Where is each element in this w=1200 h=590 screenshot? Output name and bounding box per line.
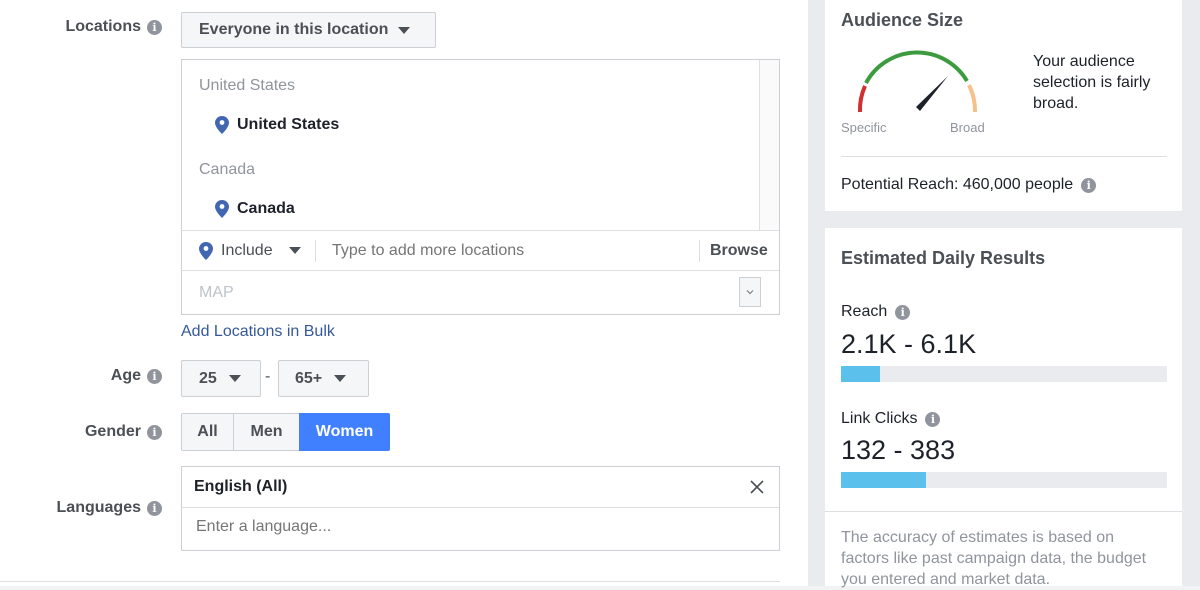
map-expand-button[interactable] <box>739 277 761 307</box>
gauge-broad-label: Broad <box>950 120 985 135</box>
location-selector: United States United States Canada Canad… <box>181 59 780 315</box>
gauge-specific-label: Specific <box>841 120 887 135</box>
age-label-text: Age <box>110 367 141 384</box>
age-range-separator: - <box>265 368 271 385</box>
location-list: United States United States Canada Canad… <box>182 60 760 230</box>
chevron-down-icon <box>398 26 411 34</box>
gender-label-text: Gender <box>84 423 141 440</box>
gender-label: Gender i <box>85 423 162 441</box>
location-audience-label: Everyone in this location <box>199 21 389 38</box>
languages-label-text: Languages <box>56 499 141 516</box>
location-item-label: Canada <box>237 200 295 217</box>
link-clicks-bar-fill <box>841 472 926 488</box>
link-clicks-label: Link Clicks i <box>841 410 941 428</box>
age-max-value: 65+ <box>295 369 323 387</box>
reach-bar-fill <box>841 366 881 382</box>
location-audience-dropdown[interactable]: Everyone in this location <box>181 12 436 48</box>
location-item-label: United States <box>237 116 340 133</box>
gender-all-button[interactable]: All <box>181 413 234 451</box>
info-icon[interactable]: i <box>147 424 162 440</box>
daily-results-card: Estimated Daily Results Reach i 2.1K - 6… <box>825 228 1182 588</box>
chevron-down-icon <box>746 290 754 295</box>
audience-size-card: Audience Size Specific Broad Your audien… <box>825 0 1182 211</box>
add-locations-bulk-link[interactable]: Add Locations in Bulk <box>181 323 335 341</box>
browse-separator <box>699 240 700 262</box>
potential-reach: Potential Reach: 460,000 people i <box>841 176 1097 194</box>
location-item[interactable]: Canada <box>215 200 295 218</box>
card-divider <box>841 156 1167 157</box>
audience-description: Your audience selection is fairly broad. <box>1033 53 1151 112</box>
language-tag-label: English (All) <box>194 478 288 495</box>
reach-bar <box>841 366 1167 382</box>
reach-label-text: Reach <box>841 303 888 320</box>
map-label: MAP <box>199 283 234 301</box>
languages-label: Languages i <box>57 499 162 517</box>
potential-reach-text: Potential Reach: 460,000 people <box>841 176 1074 193</box>
locations-label-text: Locations <box>65 18 141 35</box>
map-row: MAP <box>182 271 779 314</box>
info-icon[interactable]: i <box>147 500 162 516</box>
location-list-scrollbar[interactable] <box>759 60 779 230</box>
link-clicks-value: 132 - 383 <box>841 435 956 465</box>
gender-women-button[interactable]: Women <box>299 413 390 451</box>
include-dropdown[interactable]: Include <box>182 239 316 262</box>
info-icon[interactable]: i <box>1081 177 1097 193</box>
location-search-input[interactable] <box>330 240 684 261</box>
reach-label: Reach i <box>841 303 911 321</box>
daily-results-title: Estimated Daily Results <box>841 248 1046 268</box>
column-divider <box>808 0 824 586</box>
chevron-down-icon <box>334 375 347 382</box>
location-group-header: United States <box>199 77 296 94</box>
age-min-dropdown[interactable]: 25 <box>181 360 261 397</box>
card-divider <box>825 511 1182 512</box>
location-item[interactable]: United States <box>215 116 339 134</box>
location-group-header: Canada <box>199 161 256 178</box>
chevron-down-icon <box>288 247 301 254</box>
estimate-footnote: The accuracy of estimates is based on fa… <box>841 529 1147 588</box>
link-clicks-bar <box>841 472 1167 488</box>
location-add-row: Include Browse <box>182 230 779 271</box>
map-pin-icon <box>199 241 213 260</box>
info-icon[interactable]: i <box>895 304 911 320</box>
browse-button[interactable]: Browse <box>710 242 768 260</box>
audience-gauge-icon <box>857 50 978 113</box>
gender-men-button[interactable]: Men <box>233 413 300 451</box>
language-input[interactable] <box>194 517 758 537</box>
include-label: Include <box>221 241 273 259</box>
info-icon[interactable]: i <box>147 19 162 35</box>
info-icon[interactable]: i <box>925 411 941 427</box>
chevron-down-icon <box>228 375 241 382</box>
age-min-value: 25 <box>199 369 217 387</box>
link-clicks-label-text: Link Clicks <box>841 410 918 427</box>
reach-value: 2.1K - 6.1K <box>841 329 977 359</box>
age-max-dropdown[interactable]: 65+ <box>278 360 369 397</box>
close-icon[interactable] <box>750 480 764 494</box>
map-pin-icon <box>215 116 229 134</box>
map-pin-icon <box>215 200 229 218</box>
audience-size-title: Audience Size <box>841 10 964 30</box>
info-icon[interactable]: i <box>147 368 162 384</box>
section-divider <box>0 581 780 582</box>
languages-field: English (All) <box>181 466 780 551</box>
language-tag: English (All) <box>182 467 779 508</box>
locations-label: Locations i <box>65 18 162 36</box>
age-label: Age i <box>111 367 162 385</box>
